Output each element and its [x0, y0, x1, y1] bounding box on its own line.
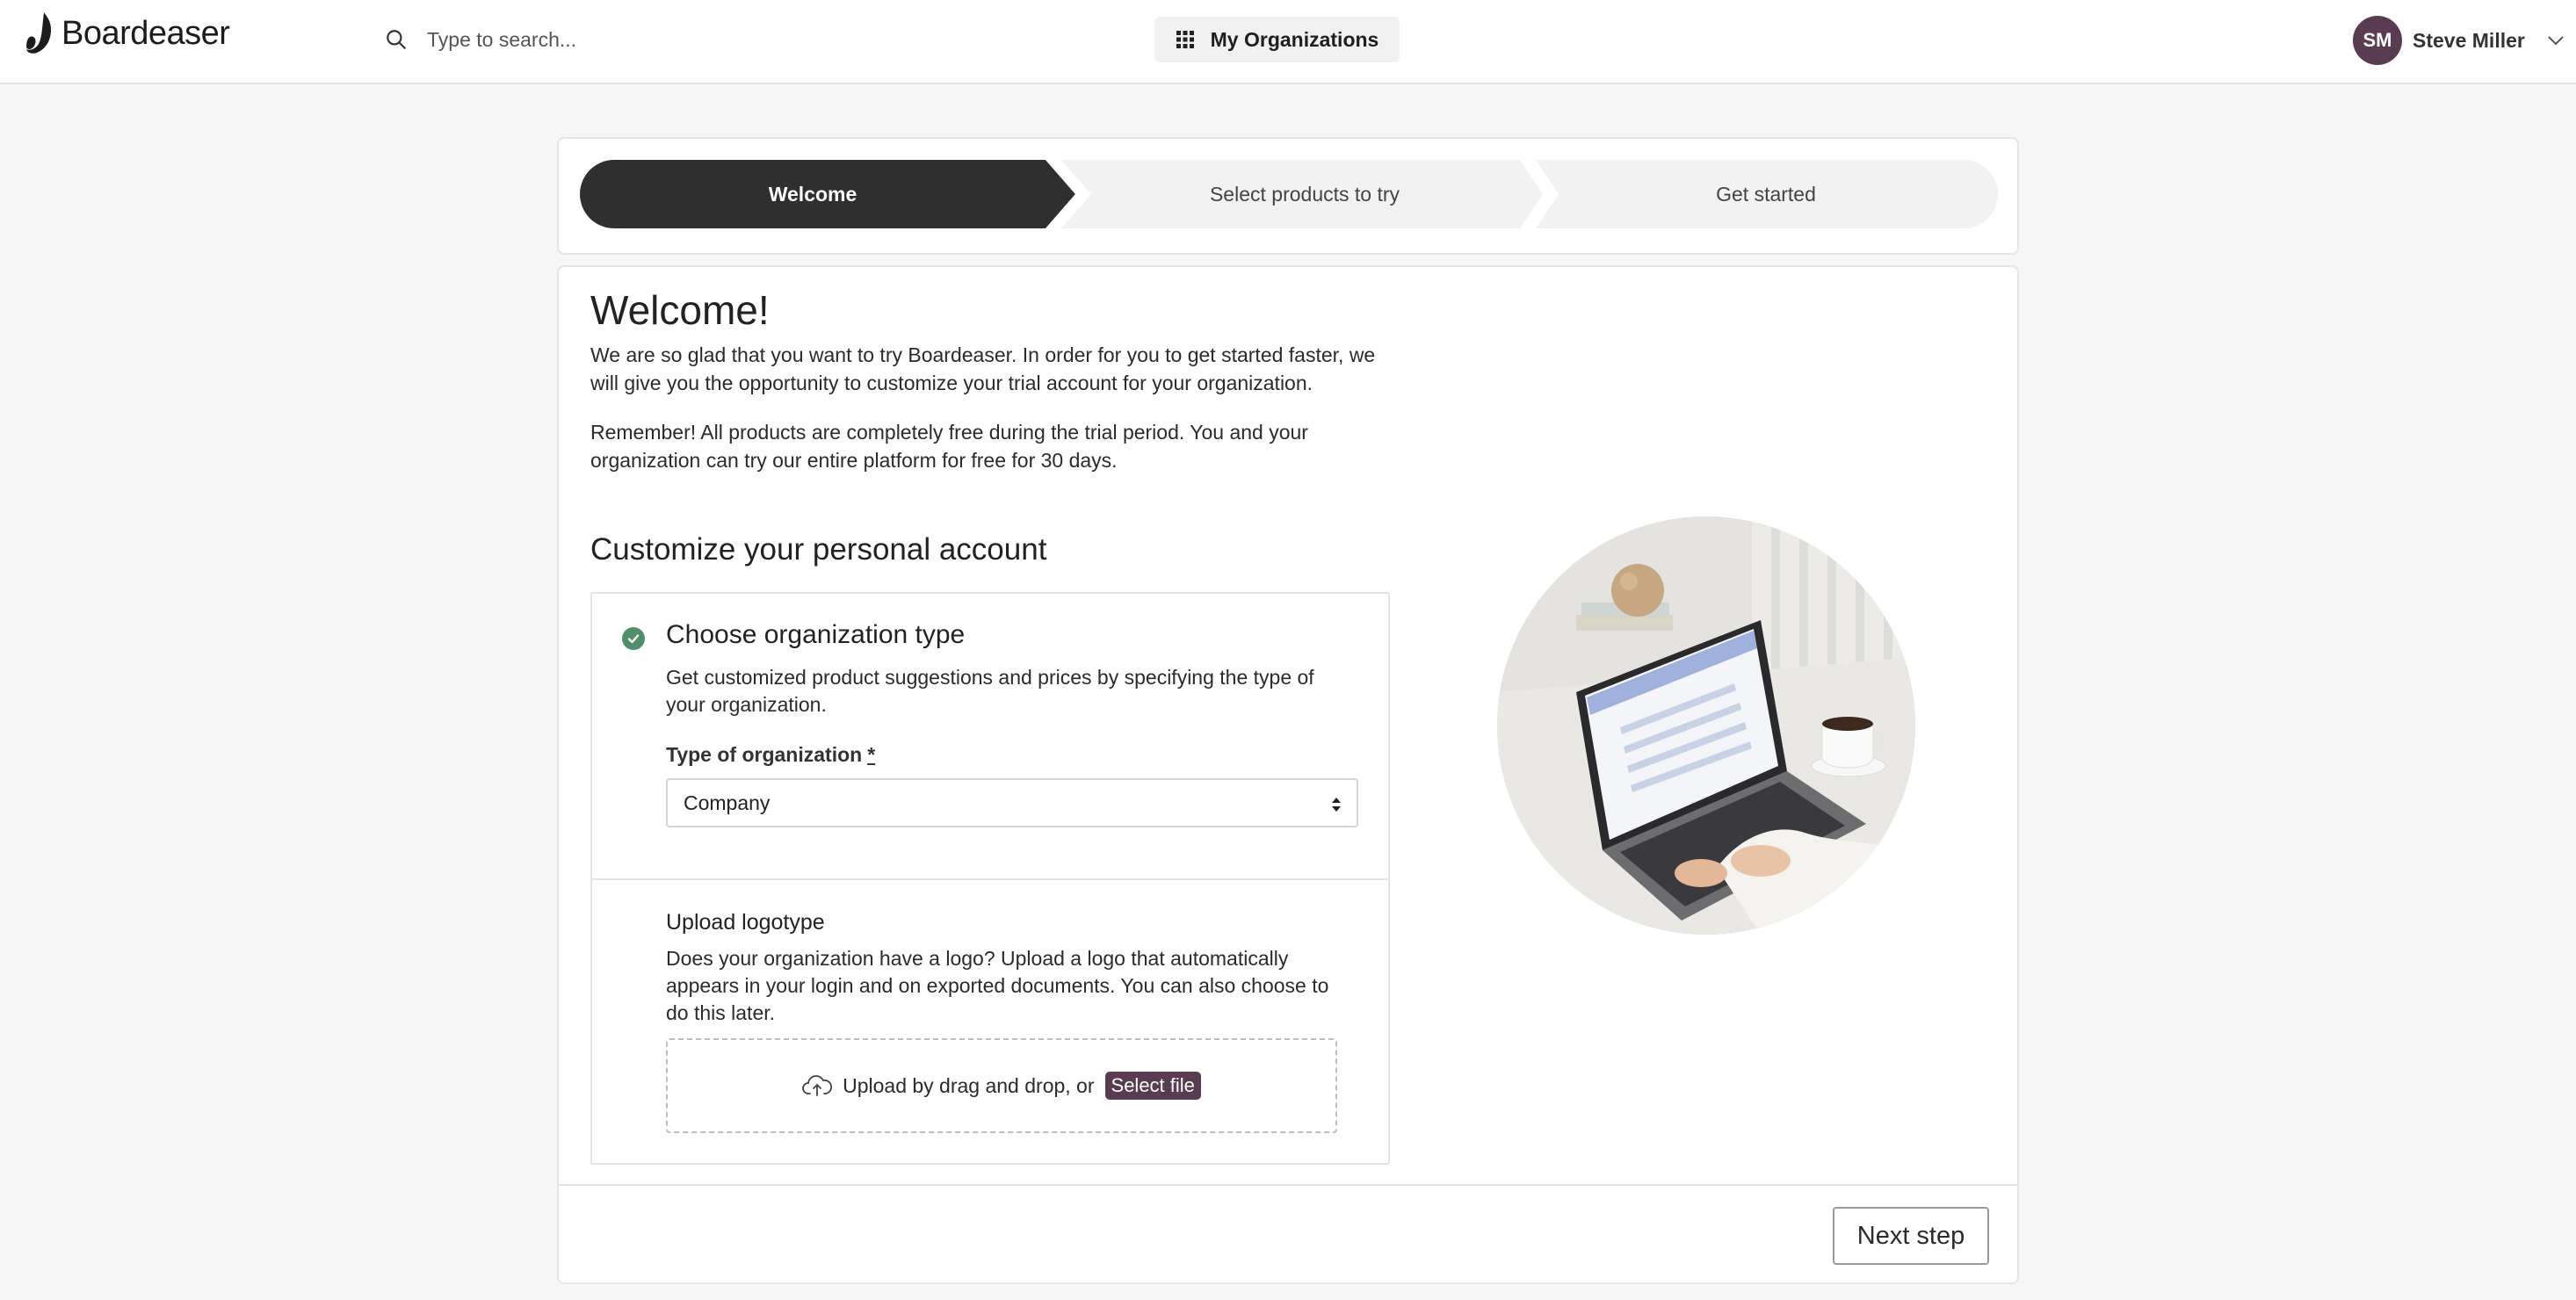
logo-mark-icon: [26, 12, 51, 54]
page-title: Welcome!: [590, 287, 770, 333]
my-organizations-label: My Organizations: [1210, 27, 1379, 51]
grid-icon: [1176, 31, 1194, 48]
next-step-button[interactable]: Next step: [1833, 1207, 1989, 1265]
search-bar[interactable]: [385, 21, 1000, 58]
user-name: Steve Miller: [2413, 28, 2525, 52]
org-type-description: Get customized product suggestions and p…: [666, 666, 1314, 716]
step-welcome[interactable]: Welcome: [580, 160, 1046, 228]
laptop-illustration: [1497, 516, 1915, 935]
upload-logo-title: Upload logotype: [666, 910, 825, 935]
intro-text: We are so glad that you want to try Boar…: [590, 343, 1376, 394]
org-type-title: Choose organization type: [666, 620, 966, 649]
search-input[interactable]: [427, 27, 954, 52]
my-organizations-button[interactable]: My Organizations: [1154, 17, 1400, 62]
org-type-selected-value: Company: [684, 791, 771, 814]
boardeaser-logo[interactable]: Boardeaser: [25, 11, 230, 56]
check-circle-icon: [622, 627, 645, 650]
required-marker: *: [867, 743, 876, 766]
logo-text: Boardeaser: [62, 14, 230, 52]
section-title: Customize your personal account: [590, 532, 1047, 567]
welcome-card: Welcome! We are so glad that you want to…: [557, 265, 2019, 1284]
org-type-label: Type of organization *: [666, 743, 875, 767]
section-divider: [592, 878, 1388, 880]
chevron-down-icon[interactable]: [2546, 31, 2565, 50]
org-type-label-text: Type of organization: [666, 743, 863, 766]
search-icon: [387, 30, 406, 49]
avatar: SM: [2353, 16, 2402, 65]
dropzone-text: Upload by drag and drop, or: [843, 1073, 1095, 1097]
step-get-started[interactable]: Get started: [1555, 160, 1977, 228]
sort-arrows-icon: [1332, 798, 1341, 812]
user-menu[interactable]: SM Steve Miller: [2353, 16, 2565, 65]
footer-divider: [559, 1184, 2017, 1186]
org-type-select[interactable]: Company: [666, 778, 1358, 827]
step-select-products[interactable]: Select products to try: [1081, 160, 1529, 228]
cloud-upload-icon: [802, 1075, 833, 1096]
select-file-button[interactable]: Select file: [1104, 1072, 1201, 1100]
trial-notice: Remember! All products are completely fr…: [590, 421, 1308, 472]
stepper: Welcome Select products to try Get start…: [580, 160, 1998, 228]
customize-form: Choose organization type Get customized …: [590, 592, 1390, 1165]
upload-logo-description: Does your organization have a logo? Uplo…: [666, 947, 1329, 1024]
top-bar: Boardeaser My Organizations SM Steve Mil…: [0, 0, 2576, 84]
stepper-card: Welcome Select products to try Get start…: [557, 137, 2019, 255]
logo-dropzone[interactable]: Upload by drag and drop, or Select file: [666, 1038, 1337, 1133]
